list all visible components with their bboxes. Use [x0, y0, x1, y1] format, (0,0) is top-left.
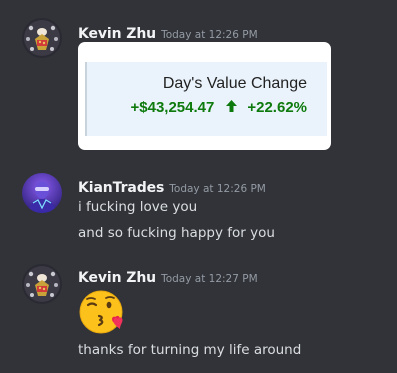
up-arrow-icon [226, 99, 238, 116]
embed-body: Day's Value Change +$43,254.47 +22.62% [85, 62, 327, 136]
avatar-kevin-zhu[interactable] [22, 18, 62, 58]
embed-card[interactable]: Day's Value Change +$43,254.47 +22.62% [78, 42, 331, 150]
embed-title: Day's Value Change [162, 75, 307, 92]
message-header: Kevin Zhu Today at 12:27 PM [78, 267, 258, 286]
value-change: +$43,254.47 [130, 99, 215, 116]
author-name[interactable]: Kevin Zhu [78, 270, 156, 286]
author-name[interactable]: KianTrades [78, 180, 164, 196]
message-header: KianTrades Today at 12:26 PM [78, 177, 266, 196]
message-header: Kevin Zhu Today at 12:26 PM [78, 23, 258, 42]
message-text: thanks for turning my life around [78, 342, 302, 358]
avatar-image-icon [22, 173, 62, 213]
face-blowing-a-kiss-icon[interactable] [79, 289, 127, 335]
timestamp: Today at 12:27 PM [161, 273, 258, 285]
timestamp: Today at 12:26 PM [161, 29, 258, 41]
avatar-kiantrades[interactable] [22, 173, 62, 213]
avatar-image-icon [22, 264, 62, 304]
author-name[interactable]: Kevin Zhu [78, 26, 156, 42]
percent-change: +22.62% [247, 99, 307, 116]
avatar-image-icon [22, 18, 62, 58]
timestamp: Today at 12:26 PM [169, 183, 266, 195]
embed-values: +$43,254.47 +22.62% [131, 99, 307, 116]
message-text: i fucking love you [78, 199, 198, 215]
message-text: and so fucking happy for you [78, 225, 275, 241]
avatar-kevin-zhu[interactable] [22, 264, 62, 304]
